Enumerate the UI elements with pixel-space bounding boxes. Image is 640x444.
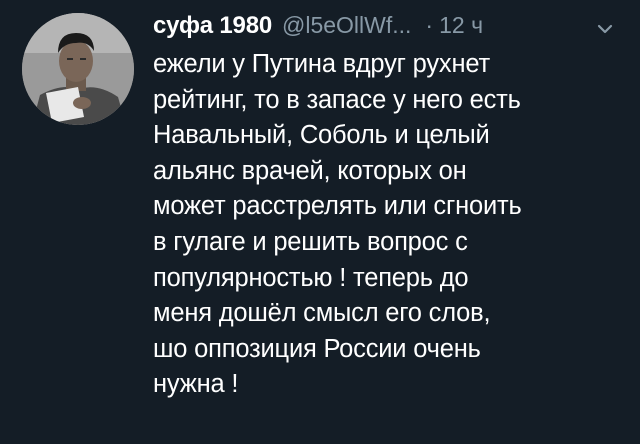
author-handle[interactable]: @l5eOllWf... <box>282 12 411 39</box>
tweet-text-line: популярностью ! теперь до <box>153 263 469 292</box>
timestamp[interactable]: 12 ч <box>439 12 483 39</box>
chevron-down-icon[interactable] <box>594 20 616 38</box>
tweet-text-line: альянс врачей, которых он <box>153 156 467 185</box>
separator-dot: · <box>425 12 434 38</box>
profile-photo-icon <box>22 13 134 125</box>
tweet-text-line: в гулаге и решить вопрос с <box>153 227 468 256</box>
tweet-text-line: ежели у Путина вдруг рухнет <box>153 50 490 78</box>
tweet-text-line: нужна ! <box>153 370 239 399</box>
author-name[interactable]: суфа 1980 <box>153 12 272 40</box>
tweet-text-line: меня дошёл смысл его слов, <box>153 299 491 328</box>
tweet-text-line: шо оппозиция России очень <box>153 334 481 363</box>
tweet-text-line: рейтинг, то в запасе у него есть <box>153 85 521 114</box>
tweet[interactable]: суфа 1980 @l5eOllWf... · 12 ч ежели у Пу… <box>0 0 640 444</box>
tweet-text: ежели у Путина вдруг рухнет рейтинг, то … <box>153 47 633 403</box>
tweet-header: суфа 1980 @l5eOllWf... · 12 ч <box>153 12 483 46</box>
tweet-text-line: Навальный, Соболь и целый <box>153 121 490 150</box>
avatar[interactable] <box>22 13 134 125</box>
tweet-text-line: может расстрелять или сгноить <box>153 192 522 221</box>
